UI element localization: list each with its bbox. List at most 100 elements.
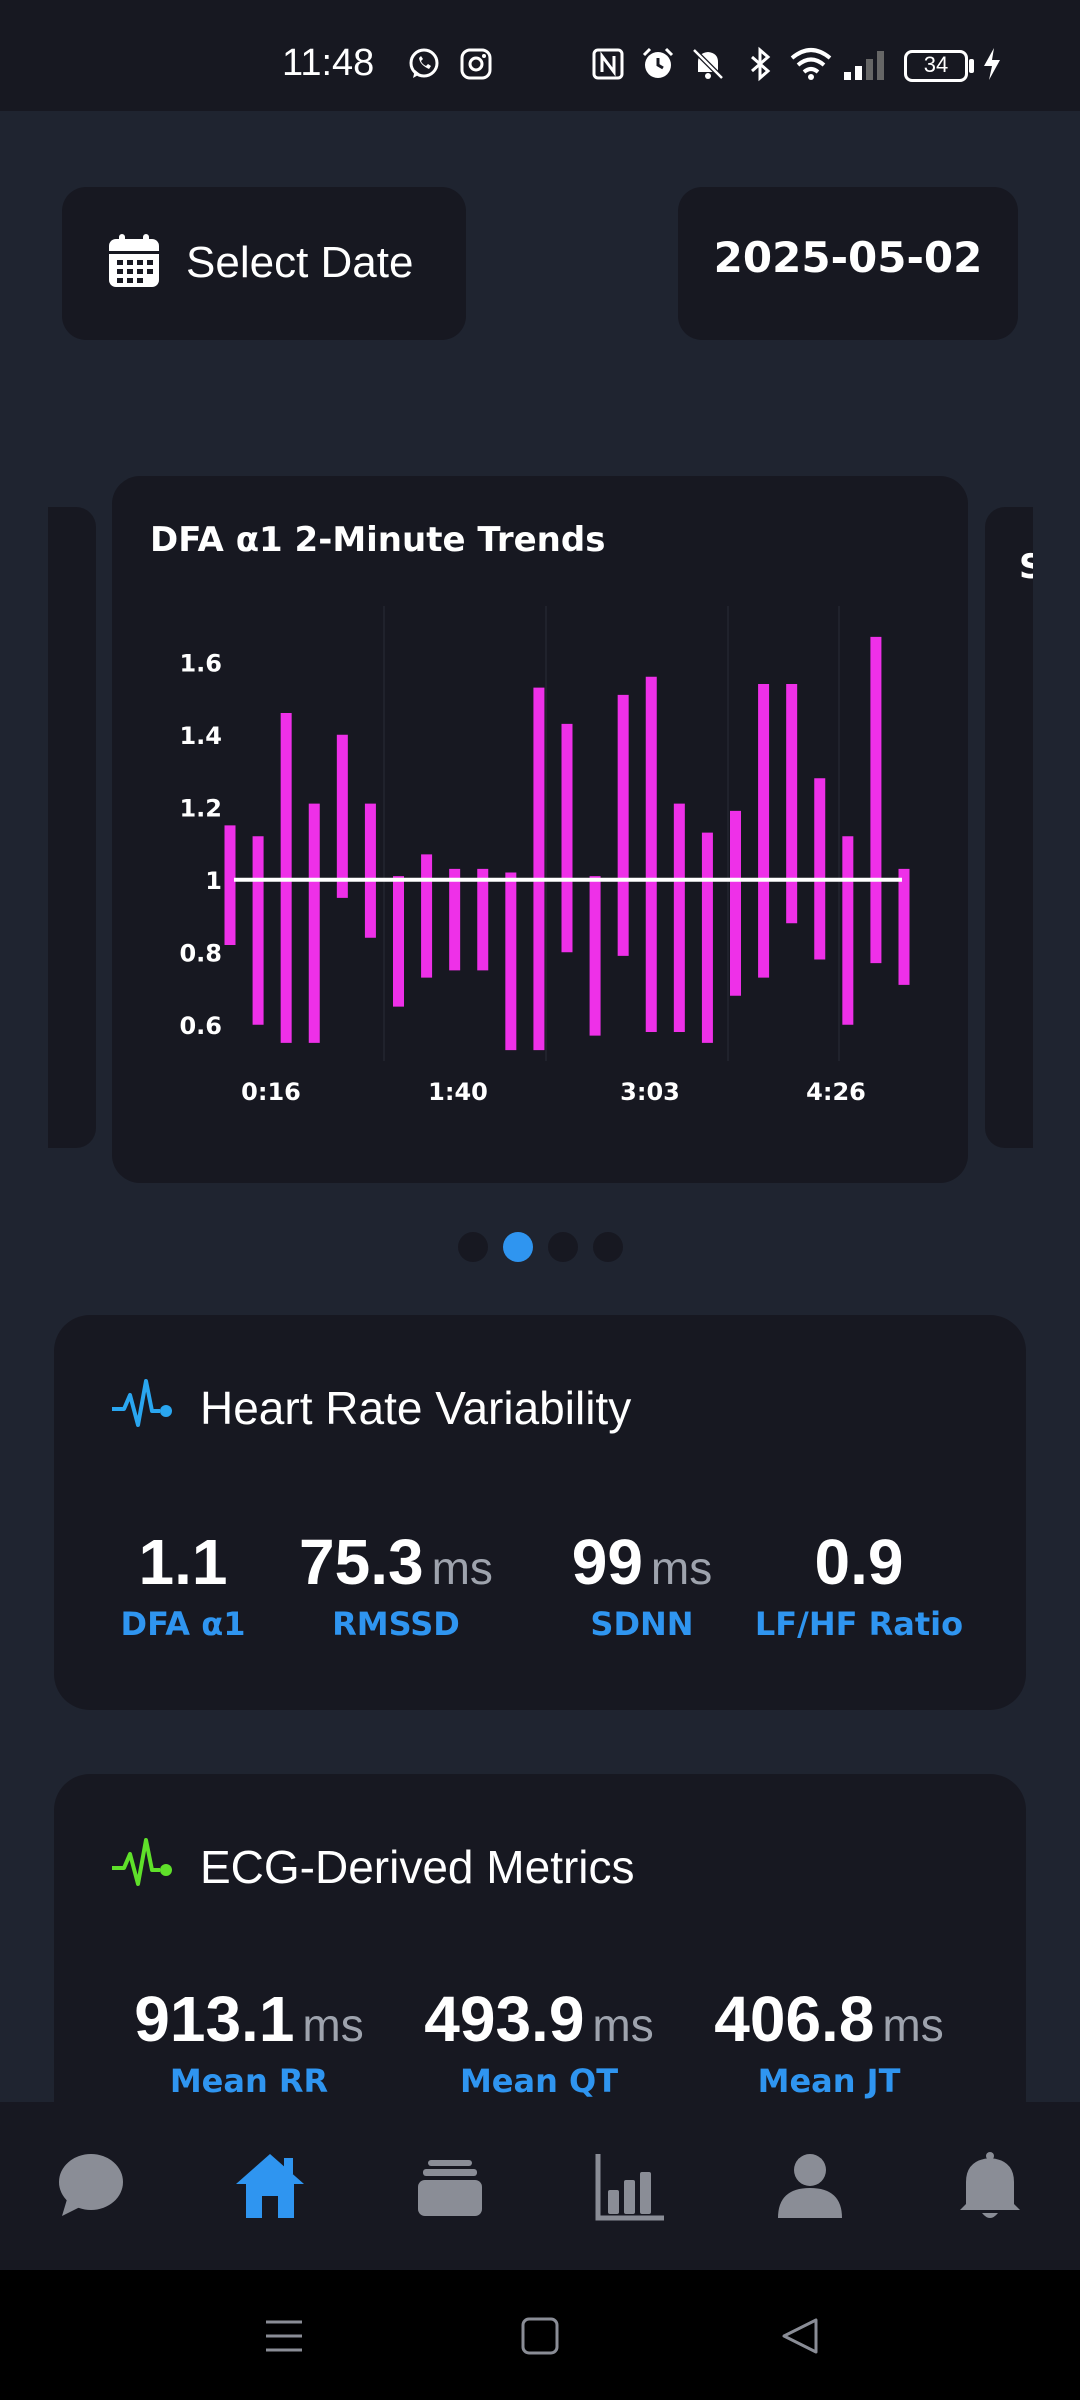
alarm-icon <box>642 47 674 78</box>
battery-tip <box>969 59 974 73</box>
metric-value: 1.1 <box>138 1526 228 1598</box>
dfa-trend-chart: 1.6 1.4 1.2 1 0.8 0.6 0:16 1:40 3:03 4:26 <box>179 606 910 1106</box>
carousel-next-card[interactable]: S <box>985 507 1033 1148</box>
metric-unit: ms <box>650 1542 713 1594</box>
chart-bar-17 <box>701 832 713 1043</box>
chart-bar-0 <box>224 825 236 945</box>
metric-label: Mean JT <box>757 2062 901 2100</box>
dfa-trend-chart-card[interactable]: DFA α1 2-Minute Trends 1.6 1.4 1.2 1 0.8 0.6 … <box>112 476 968 1183</box>
y-tick-label: 1 <box>205 867 222 895</box>
metric-unit: ms <box>882 1999 944 2051</box>
y-tick-label: 0.8 <box>179 939 222 967</box>
selected-date-display[interactable]: 2025-05-02 <box>678 187 1018 340</box>
metric-value: 913.1 <box>134 1983 295 2055</box>
next-card-title-peek: S <box>1019 547 1033 587</box>
chart-bar-6 <box>393 876 404 1007</box>
status-bar: 11:48 34 <box>0 0 1080 111</box>
chart-bar-15 <box>645 676 657 1032</box>
carousel-pagination <box>0 1232 1080 1262</box>
chart-bar-8 <box>449 868 461 971</box>
battery-icon: 34 <box>904 50 968 82</box>
chat-icon[interactable] <box>54 2150 126 2222</box>
select-date-button[interactable]: Select Date <box>62 187 466 340</box>
y-tick-label: 1.4 <box>179 722 222 750</box>
metric-value: 406.8 <box>714 1983 875 2055</box>
metric-mean-qt: 493.9 ms Mean QT <box>404 1982 674 2100</box>
select-date-label: Select Date <box>186 238 414 287</box>
metric-label: Mean RR <box>169 2062 329 2100</box>
y-tick-label: 1.6 <box>179 649 222 677</box>
bottom-nav <box>0 2102 1080 2270</box>
metric-label: RMSSD <box>332 1605 460 1643</box>
charging-icon <box>984 48 1000 80</box>
metric-label: Mean QT <box>459 2062 619 2100</box>
stats-icon[interactable] <box>594 2150 666 2222</box>
battery-level: 34 <box>923 52 949 77</box>
chart-bar-18 <box>730 810 741 996</box>
y-tick-label: 0.6 <box>179 1012 222 1040</box>
chart-bar-22 <box>842 836 854 1025</box>
metric-unit: ms <box>592 1999 654 2051</box>
notifications-icon[interactable] <box>954 2150 1026 2222</box>
ecg-card-title: ECG-Derived Metrics <box>200 1841 635 1893</box>
x-tick-label: 0:16 <box>241 1078 301 1106</box>
whatsapp-icon <box>409 48 439 78</box>
chart-bar-19 <box>758 684 770 978</box>
profile-icon[interactable] <box>774 2150 846 2222</box>
bluetooth-icon <box>751 46 771 82</box>
instagram-icon <box>460 48 492 80</box>
metric-value: 493.9 <box>424 1983 585 2055</box>
chart-bar-3 <box>308 803 320 1043</box>
heartbeat-icon <box>112 1379 172 1427</box>
chart-bar-13 <box>589 876 601 1036</box>
metric-mean-jt: 406.8 ms Mean JT <box>694 1982 964 2100</box>
chart-bar-20 <box>786 684 798 924</box>
y-tick-label: 1.2 <box>179 794 222 822</box>
metric-label: SDNN <box>590 1605 694 1643</box>
wifi-icon <box>790 48 832 80</box>
hrv-card-title: Heart Rate Variability <box>200 1382 632 1434</box>
recent-apps-icon[interactable] <box>262 2314 306 2358</box>
metric-lf-hf-ratio: 0.9 LF/HF Ratio <box>744 1525 974 1643</box>
chart-bar-14 <box>617 694 629 956</box>
chart-bar-7 <box>421 854 433 978</box>
cards-icon[interactable] <box>414 2150 486 2222</box>
chart-bar-16 <box>673 803 685 1032</box>
nfc-icon <box>592 48 624 80</box>
home-icon[interactable] <box>234 2150 306 2222</box>
chart-bar-24 <box>898 868 910 985</box>
page-dot[interactable] <box>593 1232 623 1262</box>
chart-bar-12 <box>561 723 573 953</box>
chart-bar-4 <box>336 734 348 898</box>
chart-bar-21 <box>814 778 826 960</box>
metric-dfa-a1: 1.1 DFA α1 <box>108 1525 258 1643</box>
metric-mean-rr: 913.1 ms Mean RR <box>114 1982 384 2100</box>
chart-bar-5 <box>364 803 376 938</box>
metric-unit: ms <box>431 1542 493 1594</box>
metric-value: 99 <box>571 1526 643 1598</box>
hrv-card[interactable]: Heart Rate Variability 1.1 DFA α1 75.3 ms… <box>54 1315 1026 1710</box>
chart-bar-11 <box>533 687 545 1051</box>
page-dot[interactable] <box>458 1232 488 1262</box>
metric-label: LF/HF Ratio <box>754 1605 964 1643</box>
chart-bar-9 <box>477 868 489 971</box>
signal-icon <box>844 51 884 80</box>
calendar-icon <box>109 234 159 287</box>
chart-bar-23 <box>870 636 882 964</box>
x-tick-label: 1:40 <box>428 1078 488 1106</box>
back-icon[interactable] <box>778 2314 822 2358</box>
page-dot[interactable] <box>548 1232 578 1262</box>
carousel-prev-card[interactable] <box>48 507 96 1148</box>
metric-value: 0.9 <box>814 1526 904 1598</box>
page-dot-active[interactable] <box>503 1232 533 1262</box>
metric-value: 75.3 <box>299 1526 424 1598</box>
selected-date-value: 2025-05-02 <box>713 233 983 282</box>
system-navigation-bar <box>0 2270 1080 2400</box>
x-tick-label: 4:26 <box>806 1078 866 1106</box>
ecg-card[interactable]: ECG-Derived Metrics 913.1 ms Mean RR 493.… <box>54 1774 1026 2154</box>
metric-rmssd: 75.3 ms RMSSD <box>276 1525 516 1643</box>
chart-bar-10 <box>505 872 517 1051</box>
x-tick-label: 3:03 <box>620 1078 680 1106</box>
home-system-icon[interactable] <box>518 2314 562 2358</box>
metric-sdnn: 99 ms SDNN <box>532 1525 752 1643</box>
